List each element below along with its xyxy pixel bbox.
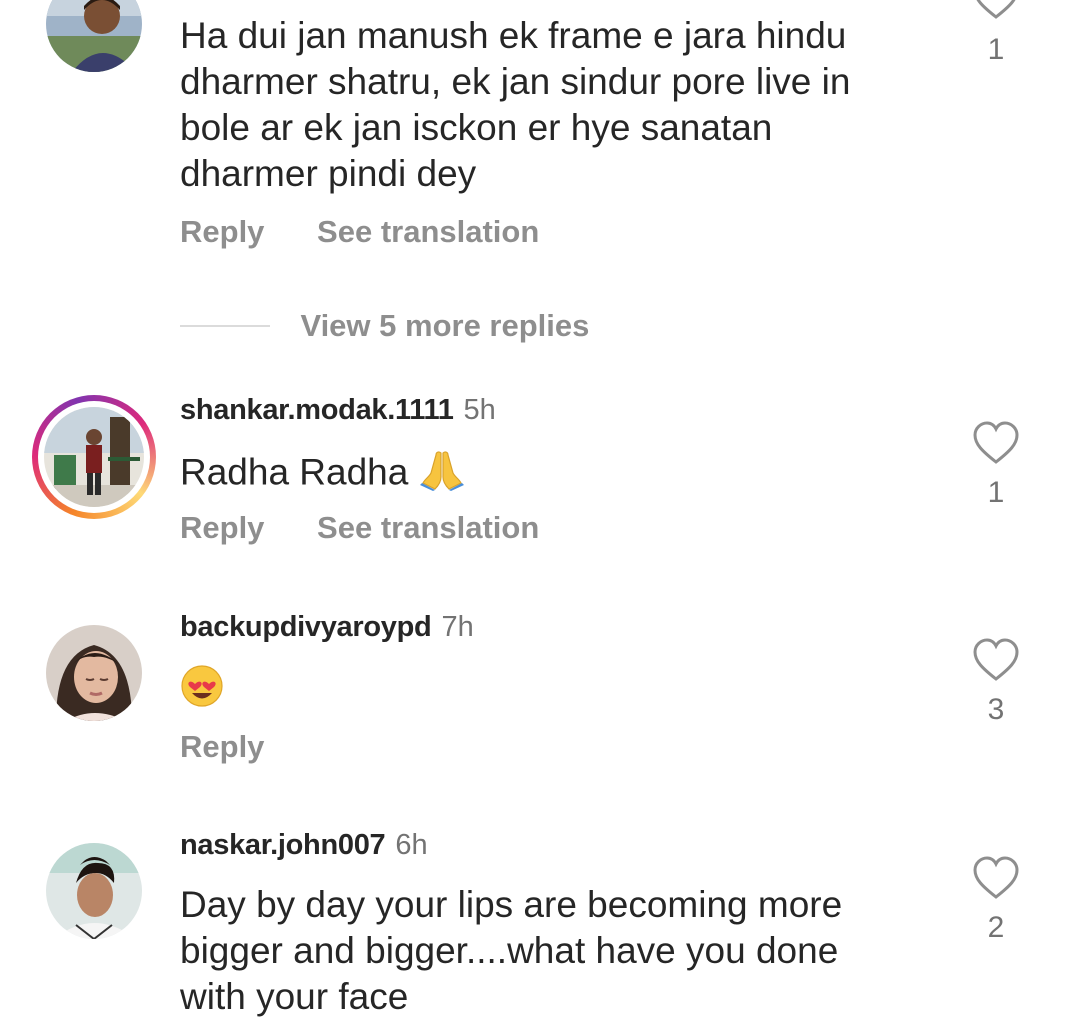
comment-header: naskar.john007 6h xyxy=(180,827,428,863)
see-translation-button[interactable]: See translation xyxy=(317,509,539,547)
story-ring-avatar[interactable] xyxy=(32,395,156,519)
like-count: 3 xyxy=(987,693,1005,726)
like-count: 2 xyxy=(987,911,1005,944)
timestamp: 5h xyxy=(463,394,496,426)
see-translation-button[interactable]: See translation xyxy=(317,213,539,251)
username[interactable]: backupdivyaroypd xyxy=(180,611,432,643)
comment-text-line xyxy=(180,664,900,719)
username[interactable]: shankar.modak.1111 xyxy=(180,394,454,426)
heart-outline-icon[interactable] xyxy=(972,421,1020,465)
like-count: 1 xyxy=(987,33,1005,66)
comment-actions: Reply xyxy=(180,728,264,766)
replies-divider xyxy=(180,325,270,327)
view-more-replies[interactable]: View 5 more replies xyxy=(180,306,589,346)
reply-button[interactable]: Reply xyxy=(180,213,264,251)
like-count: 1 xyxy=(987,476,1005,509)
avatar[interactable] xyxy=(46,0,142,72)
comment-text: Day by day your lips are becoming more b… xyxy=(180,884,843,1017)
comment-text: Ha dui jan manush ek frame e jara hindu … xyxy=(180,15,851,194)
timestamp: 7h xyxy=(441,611,474,643)
like-control: 2 xyxy=(972,856,1020,946)
heart-outline-icon[interactable] xyxy=(972,638,1020,682)
timestamp: 6h xyxy=(395,829,428,861)
comment-actions: Reply See translation xyxy=(180,213,539,251)
like-control: 3 xyxy=(972,638,1020,728)
comment-header: shankar.modak.1111 5h xyxy=(180,392,496,428)
comment-text-line: Radha Radha xyxy=(180,447,900,502)
reply-button[interactable]: Reply xyxy=(180,728,264,766)
heart-eyes-emoji xyxy=(180,664,224,719)
username[interactable]: naskar.john007 xyxy=(180,829,386,861)
reply-button[interactable]: Reply xyxy=(180,509,264,547)
comment-header: backupdivyaroypd 7h xyxy=(180,609,474,645)
avatar[interactable] xyxy=(46,843,142,939)
heart-outline-icon[interactable] xyxy=(972,856,1020,900)
like-control: 1 xyxy=(972,0,1020,68)
folded-hands-emoji xyxy=(419,447,465,502)
avatar[interactable] xyxy=(46,625,142,721)
view-more-replies-label: View 5 more replies xyxy=(300,308,590,343)
heart-outline-icon[interactable] xyxy=(972,0,1020,20)
comment-actions: Reply See translation xyxy=(180,509,539,547)
like-control: 1 xyxy=(972,421,1020,511)
comment-text: Radha Radha xyxy=(180,451,409,493)
